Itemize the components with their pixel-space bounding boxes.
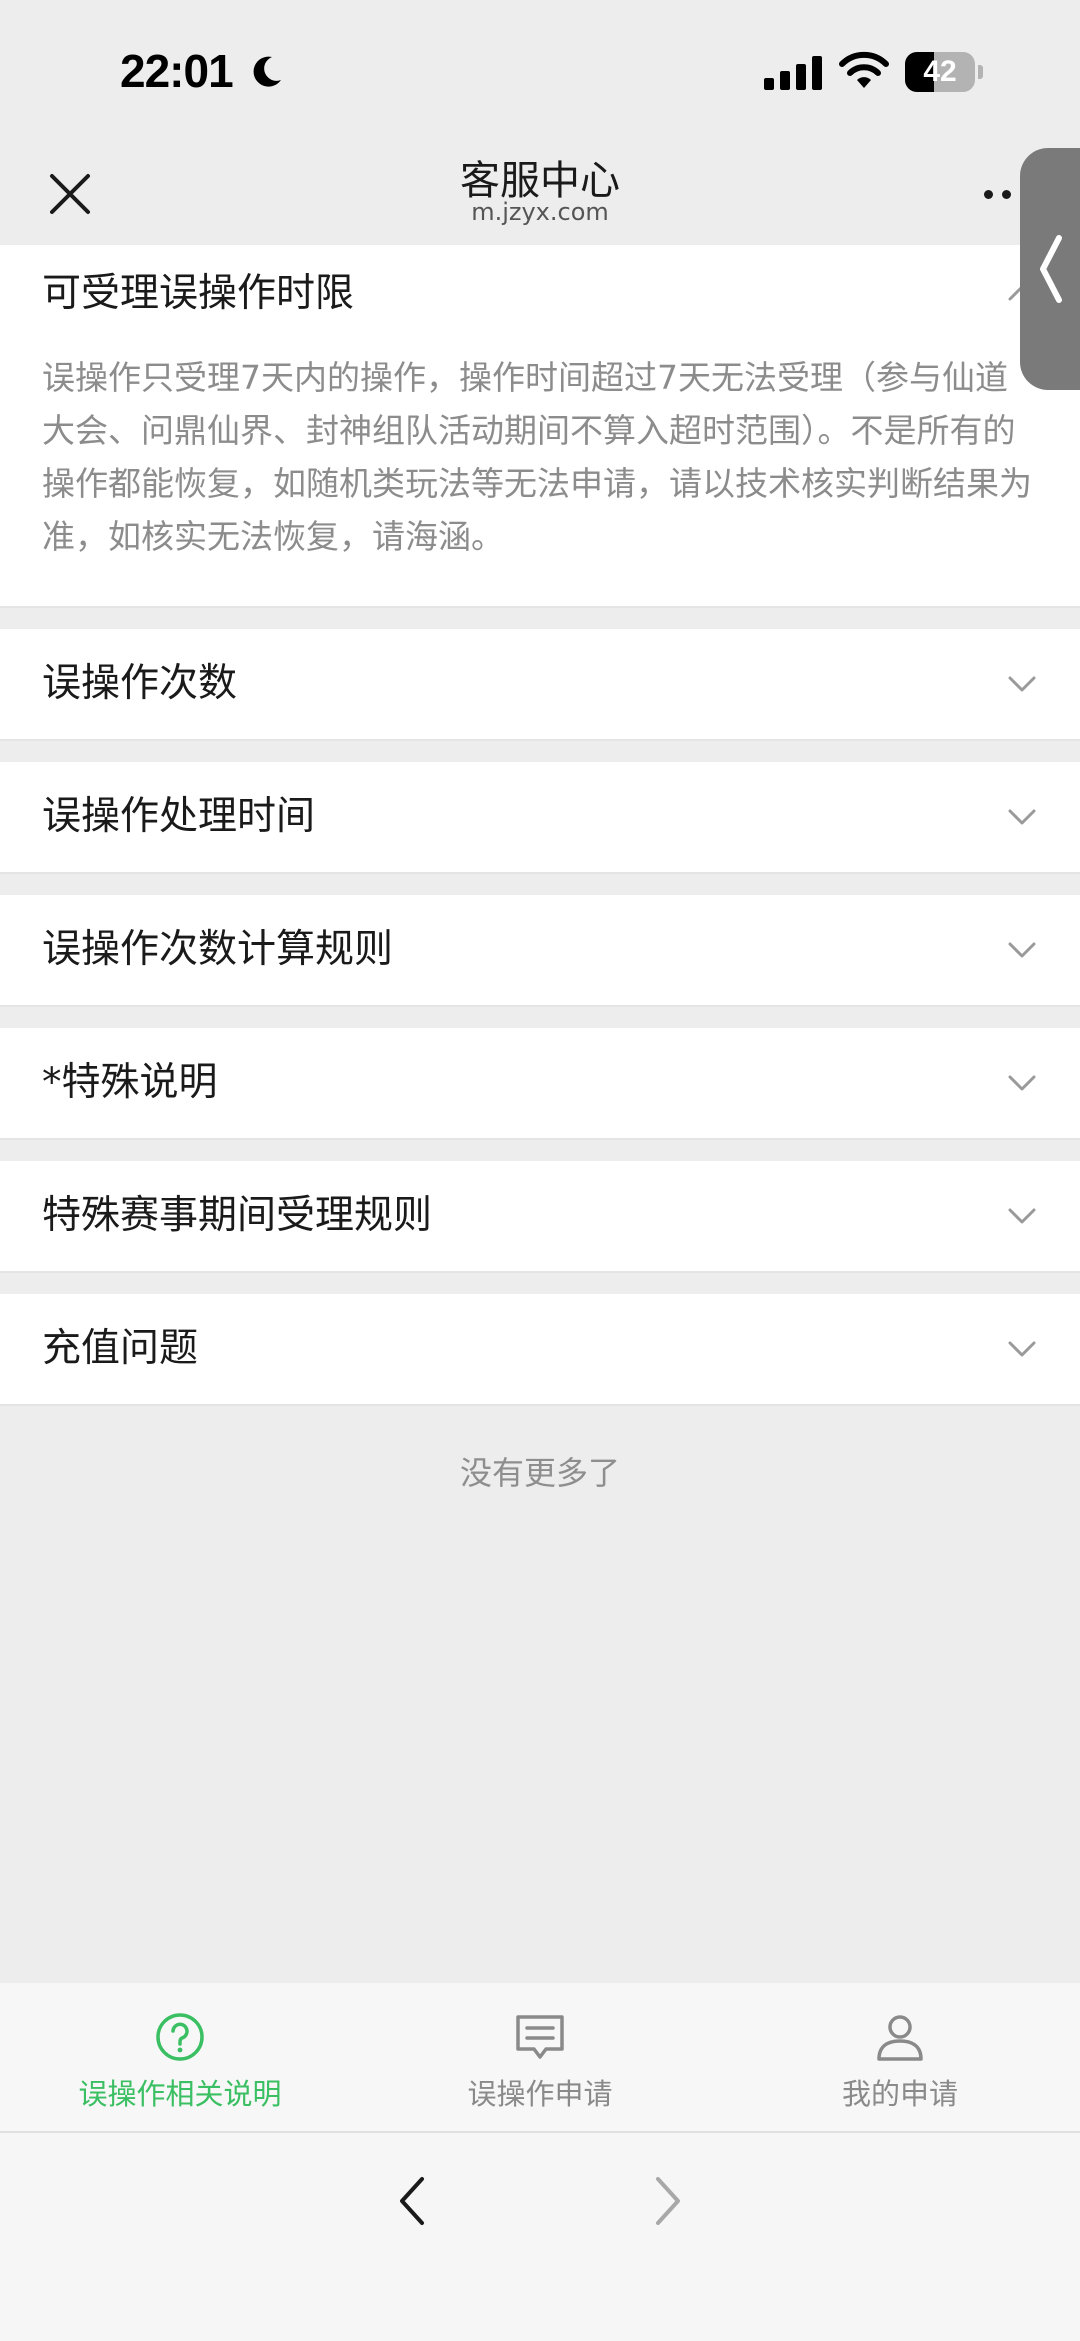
message-icon: [516, 2015, 564, 2059]
battery-cap: [978, 65, 983, 79]
more-options-button[interactable]: [980, 180, 1020, 210]
chevron-left-icon: [1040, 235, 1062, 303]
more-dot-icon: [1002, 190, 1011, 199]
faq-section-special-notes[interactable]: *特殊说明: [0, 1028, 1080, 1140]
faq-section-header[interactable]: *特殊说明: [0, 1028, 1080, 1138]
faq-section-title: 误操作次数计算规则: [42, 927, 394, 972]
tab-instructions[interactable]: 误操作相关说明: [0, 1983, 360, 2131]
chevron-down-icon[interactable]: [1004, 1204, 1040, 1228]
status-time: 22:01: [120, 45, 234, 97]
tab-label: 我的申请: [841, 2077, 958, 2111]
faq-section-header[interactable]: 特殊赛事期间受理规则: [0, 1161, 1080, 1271]
battery-level: 42: [923, 55, 957, 88]
battery-indicator: 42: [905, 52, 983, 92]
faq-section-title: 误操作处理时间: [42, 794, 316, 839]
tab-bar: 误操作相关说明 误操作申请 我的申请: [0, 1983, 1080, 2133]
status-bar: 22:01 42: [0, 0, 1080, 140]
faq-section-header[interactable]: 误操作处理时间: [0, 762, 1080, 872]
faq-section-header[interactable]: 误操作次数计算规则: [0, 895, 1080, 1005]
chevron-down-icon[interactable]: [1004, 805, 1040, 829]
chevron-down-icon[interactable]: [1004, 672, 1040, 696]
signal-icon: [764, 56, 822, 90]
chevron-down-icon[interactable]: [1004, 1071, 1040, 1095]
faq-section-time-limit[interactable]: 可受理误操作时限 误操作只受理7天内的操作，操作时间超过7天无法受理（参与仙道大…: [0, 245, 1080, 608]
question-circle-icon: [156, 2013, 204, 2061]
faq-section-special-events[interactable]: 特殊赛事期间受理规则: [0, 1161, 1080, 1273]
tab-label: 误操作申请: [467, 2077, 613, 2111]
tab-my-applications[interactable]: 我的申请: [720, 1983, 1080, 2131]
back-arrow-icon[interactable]: [392, 2173, 432, 2229]
page-url: m.jzyx.com: [471, 198, 609, 226]
faq-section-title: 充值问题: [42, 1326, 199, 1371]
faq-section-header[interactable]: 可受理误操作时限: [0, 245, 1080, 355]
battery-body: 42: [905, 52, 975, 92]
nav-bar: 客服中心 m.jzyx.com: [0, 140, 1080, 245]
faq-section-recharge[interactable]: 充值问题: [0, 1294, 1080, 1406]
tab-label: 误操作相关说明: [78, 2077, 282, 2111]
faq-section-title: *特殊说明: [42, 1060, 218, 1105]
faq-section-count-rules[interactable]: 误操作次数计算规则: [0, 895, 1080, 1007]
side-drawer-handle[interactable]: [1020, 148, 1080, 390]
forward-arrow-icon[interactable]: [648, 2173, 688, 2229]
faq-section-header[interactable]: 充值问题: [0, 1294, 1080, 1404]
faq-section-count[interactable]: 误操作次数: [0, 629, 1080, 741]
moon-icon: [253, 56, 281, 87]
faq-section-header[interactable]: 误操作次数: [0, 629, 1080, 739]
faq-section-title: 可受理误操作时限: [42, 271, 355, 316]
wifi-icon: [839, 51, 889, 88]
browser-toolbar: [0, 2133, 1080, 2341]
person-icon: [877, 2015, 923, 2061]
faq-list: 可受理误操作时限 误操作只受理7天内的操作，操作时间超过7天无法受理（参与仙道大…: [0, 245, 1080, 1406]
faq-section-body: 误操作只受理7天内的操作，操作时间超过7天无法受理（参与仙道大会、问鼎仙界、封神…: [42, 358, 1032, 556]
faq-section-title: 特殊赛事期间受理规则: [42, 1193, 433, 1238]
chevron-down-icon[interactable]: [1004, 938, 1040, 962]
tab-apply[interactable]: 误操作申请: [360, 1983, 720, 2131]
more-dot-icon: [984, 190, 993, 199]
list-end-text: 没有更多了: [459, 1454, 620, 1492]
faq-section-title: 误操作次数: [42, 661, 238, 706]
chevron-down-icon[interactable]: [1004, 1337, 1040, 1361]
faq-section-processing-time[interactable]: 误操作处理时间: [0, 762, 1080, 874]
